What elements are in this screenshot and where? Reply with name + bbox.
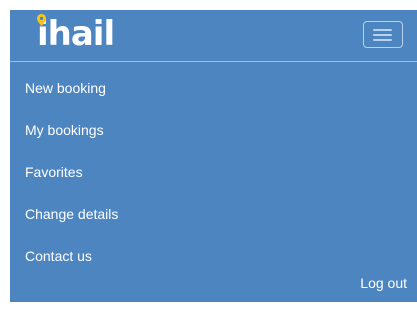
location-pin-icon bbox=[37, 14, 46, 26]
nav-menu: New booking My bookings Favorites Change… bbox=[10, 67, 417, 277]
app-logo[interactable]: ihail bbox=[37, 12, 115, 56]
nav-item-favorites[interactable]: Favorites bbox=[10, 151, 417, 193]
hamburger-menu-icon bbox=[373, 29, 392, 31]
logout-link[interactable]: Log out bbox=[360, 272, 407, 294]
nav-item-my-bookings[interactable]: My bookings bbox=[10, 109, 417, 151]
hamburger-menu-icon bbox=[373, 39, 392, 41]
top-bar: ihail bbox=[10, 10, 417, 61]
app-panel: ihail New booking My bookings Favorites … bbox=[10, 10, 417, 302]
nav-item-contact-us[interactable]: Contact us bbox=[10, 235, 417, 277]
nav-item-change-details[interactable]: Change details bbox=[10, 193, 417, 235]
hamburger-menu-icon bbox=[373, 34, 392, 36]
nav-item-new-booking[interactable]: New booking bbox=[10, 67, 417, 109]
header-divider bbox=[10, 61, 417, 62]
menu-toggle-button[interactable] bbox=[363, 21, 403, 48]
